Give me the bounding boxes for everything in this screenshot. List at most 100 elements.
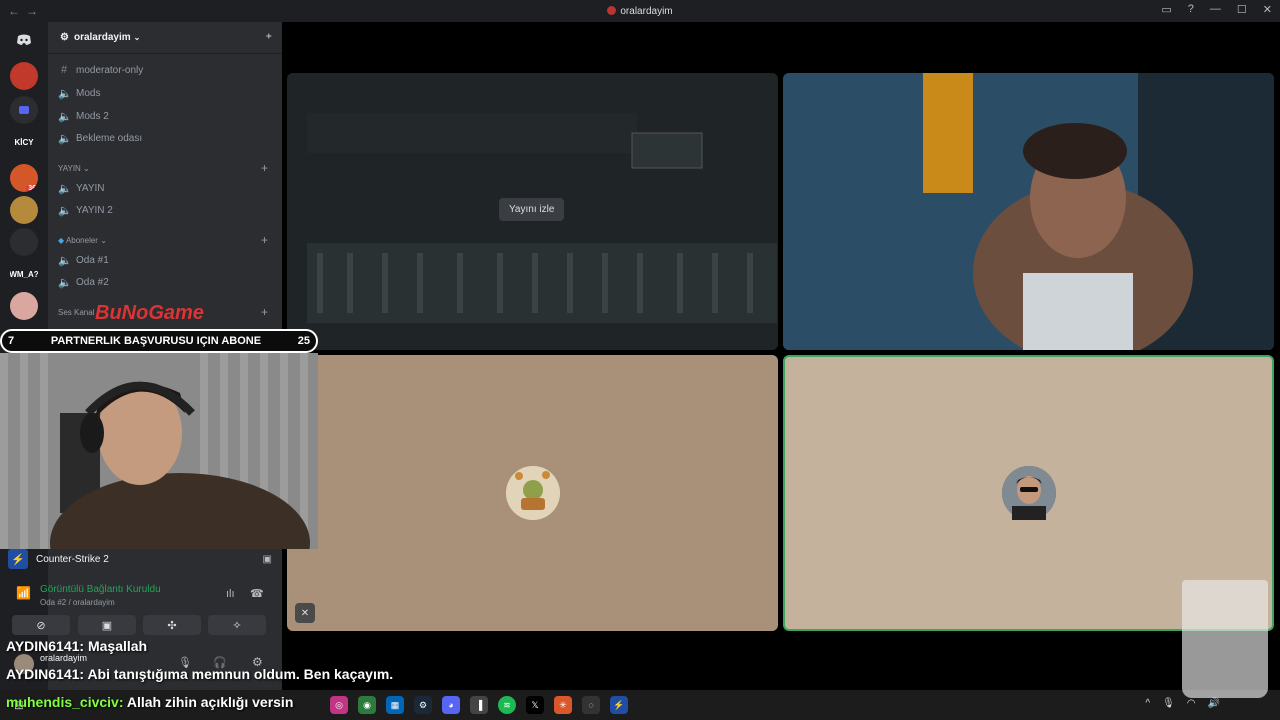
server-header[interactable]: ⚙ oralardayim ⌄ ⁺ [48,22,282,54]
channel-moderator-only[interactable]: # moderator-only [58,64,143,76]
chat-username: muhendis_civciv [6,694,119,710]
camera-off-icon: ⊘ [36,619,46,632]
inbox-icon[interactable]: ▭ [1161,3,1171,16]
discord-home-icon[interactable] [10,26,38,54]
app-icon[interactable]: ◌ [582,696,600,714]
system-tray: ^ 🎙 ◠ 🔊 [1145,698,1220,709]
chevron-down-icon: ⌄ [133,33,141,42]
invite-icon[interactable]: ⁺ [266,31,272,45]
camera-feed [783,73,1274,350]
channel-bekleme-odasi[interactable]: 🔈 Bekleme odası [58,132,142,145]
mic-icon[interactable]: 🎙 [1162,698,1175,709]
screen-icon[interactable]: ▣ [263,554,272,565]
watch-stream-button[interactable]: Yayını izle [499,198,565,221]
window-title: oralardayim [0,5,1280,17]
channel-oda-1[interactable]: 🔈 Oda #1 [58,254,109,267]
chat-message: AYDIN6141: Maşallah [6,638,148,654]
speaker-icon: 🔈 [58,277,72,289]
speaker-icon: 🔈 [58,111,72,123]
category-yayin[interactable]: YAYIN ⌄ [58,164,90,173]
channel-mods[interactable]: 🔈 Mods [58,87,100,100]
voice-channel[interactable]: Oda #2 / oralardayim [40,598,115,607]
chrome-icon[interactable]: ◉ [358,696,376,714]
camera-off-button[interactable]: ⊘ [12,615,70,635]
discord-icon[interactable]: ◕ [442,696,460,714]
server-icon[interactable] [10,292,38,320]
counter-strike-icon[interactable]: ⚡ [610,696,628,714]
game-title: Counter-Strike 2 [36,553,109,565]
channel-mods-2[interactable]: 🔈 Mods 2 [58,110,109,123]
right-counter: 25 [297,335,310,347]
app-icon[interactable]: ▐ [470,696,488,714]
store-icon[interactable]: ▦ [386,696,404,714]
participant-tile[interactable]: ✕ [287,355,778,631]
chat-message: muhendis_civciv: Allah zihin açıklığı ve… [6,694,294,710]
server-icon[interactable] [10,62,38,90]
category-aboneler[interactable]: ◆ Aboneler ⌄ [58,236,107,245]
server-badge-icon: ⚙ [60,32,69,43]
chat-message: AYDIN6141: Abi tanıştığıma memnun oldum.… [6,666,394,682]
folder-icon[interactable] [10,96,38,124]
participant-camera-tile[interactable] [783,73,1274,350]
help-icon[interactable]: ? [1188,3,1194,16]
chat-text: Allah zihin açıklığı versin [126,694,294,710]
voice-status: Görüntülü Bağlantı Kuruldu [40,584,161,595]
activity-row[interactable]: ⚡ Counter-Strike 2 ▣ [8,548,272,570]
volume-icon[interactable]: 🔊 [1208,698,1220,709]
share-screen-icon: ▣ [101,619,113,632]
speaker-icon: 🔈 [58,205,72,217]
server-icon[interactable]: WM_A? [10,260,38,288]
maximize-button[interactable]: ☐ [1237,3,1247,16]
minimize-button[interactable]: — [1210,3,1221,16]
instagram-icon[interactable]: ◎ [330,696,348,714]
diamond-icon: ◆ [58,236,65,245]
disconnect-icon[interactable]: ☎ [250,587,264,600]
close-button[interactable]: ✕ [1263,3,1272,16]
speaker-icon: 🔈 [58,133,72,145]
channel-yayin[interactable]: 🔈 YAYIN [58,182,105,195]
server-icon[interactable]: 36 [10,164,38,192]
activities-icon: ✣ [167,619,177,632]
glass-overlay [1182,580,1268,698]
muted-mic-icon: ✕ [295,603,315,623]
left-counter: 7 [8,335,15,347]
window-controls: ▭ ? — ☐ ✕ [1161,3,1272,16]
user-avatar [505,466,560,520]
signal-icon: 📶 [16,586,31,600]
category-ses-kanal[interactable]: Ses Kanal [58,308,94,317]
steam-icon[interactable]: ⚙ [414,696,432,714]
server-icon[interactable] [10,196,38,224]
noise-suppression-icon[interactable]: ılı [226,588,235,600]
app-icon[interactable]: ✳ [554,696,572,714]
add-channel-icon[interactable]: + [261,233,268,247]
video-grid: Yayını izle ✕ [282,22,1280,698]
spotify-icon[interactable]: ≋ [498,696,516,714]
soundboard-button[interactable]: ✧ [208,615,266,635]
speaker-icon: 🔈 [58,183,72,195]
brand-logo: BuNoGame [95,302,204,324]
screen-share-tile[interactable]: Yayını izle [287,73,778,350]
streamer-webcam [0,353,318,549]
title-bar: ← → oralardayim ▭ ? — ☐ ✕ [0,0,1280,22]
server-icon[interactable]: KİCY [10,128,38,156]
x-icon[interactable]: 𝕏 [526,696,544,714]
speaker-icon: 🔈 [58,88,72,100]
banner-text: PARTNERLIK BAŞVURUSU IÇIN ABONE [50,335,262,347]
channel-yayin-2[interactable]: 🔈 YAYIN 2 [58,204,113,217]
add-channel-icon[interactable]: + [261,305,268,319]
activities-button[interactable]: ✣ [143,615,201,635]
channel-oda-2[interactable]: 🔈 Oda #2 [58,276,109,289]
username: oralardayim [40,653,88,663]
game-icon: ⚡ [8,549,28,569]
chevron-up-icon[interactable]: ^ [1145,698,1150,709]
server-icon[interactable] [10,228,38,256]
soundboard-icon: ✧ [232,619,242,632]
share-screen-button[interactable]: ▣ [78,615,136,635]
server-avatar-icon [607,5,617,15]
speaker-icon: 🔈 [58,255,72,267]
hash-icon: # [60,64,68,76]
add-channel-icon[interactable]: + [261,161,268,175]
wifi-icon[interactable]: ◠ [1187,698,1196,709]
taskbar-apps: ◎ ◉ ▦ ⚙ ◕ ▐ ≋ 𝕏 ✳ ◌ ⚡ [330,696,628,714]
webcam-feed [0,353,318,549]
